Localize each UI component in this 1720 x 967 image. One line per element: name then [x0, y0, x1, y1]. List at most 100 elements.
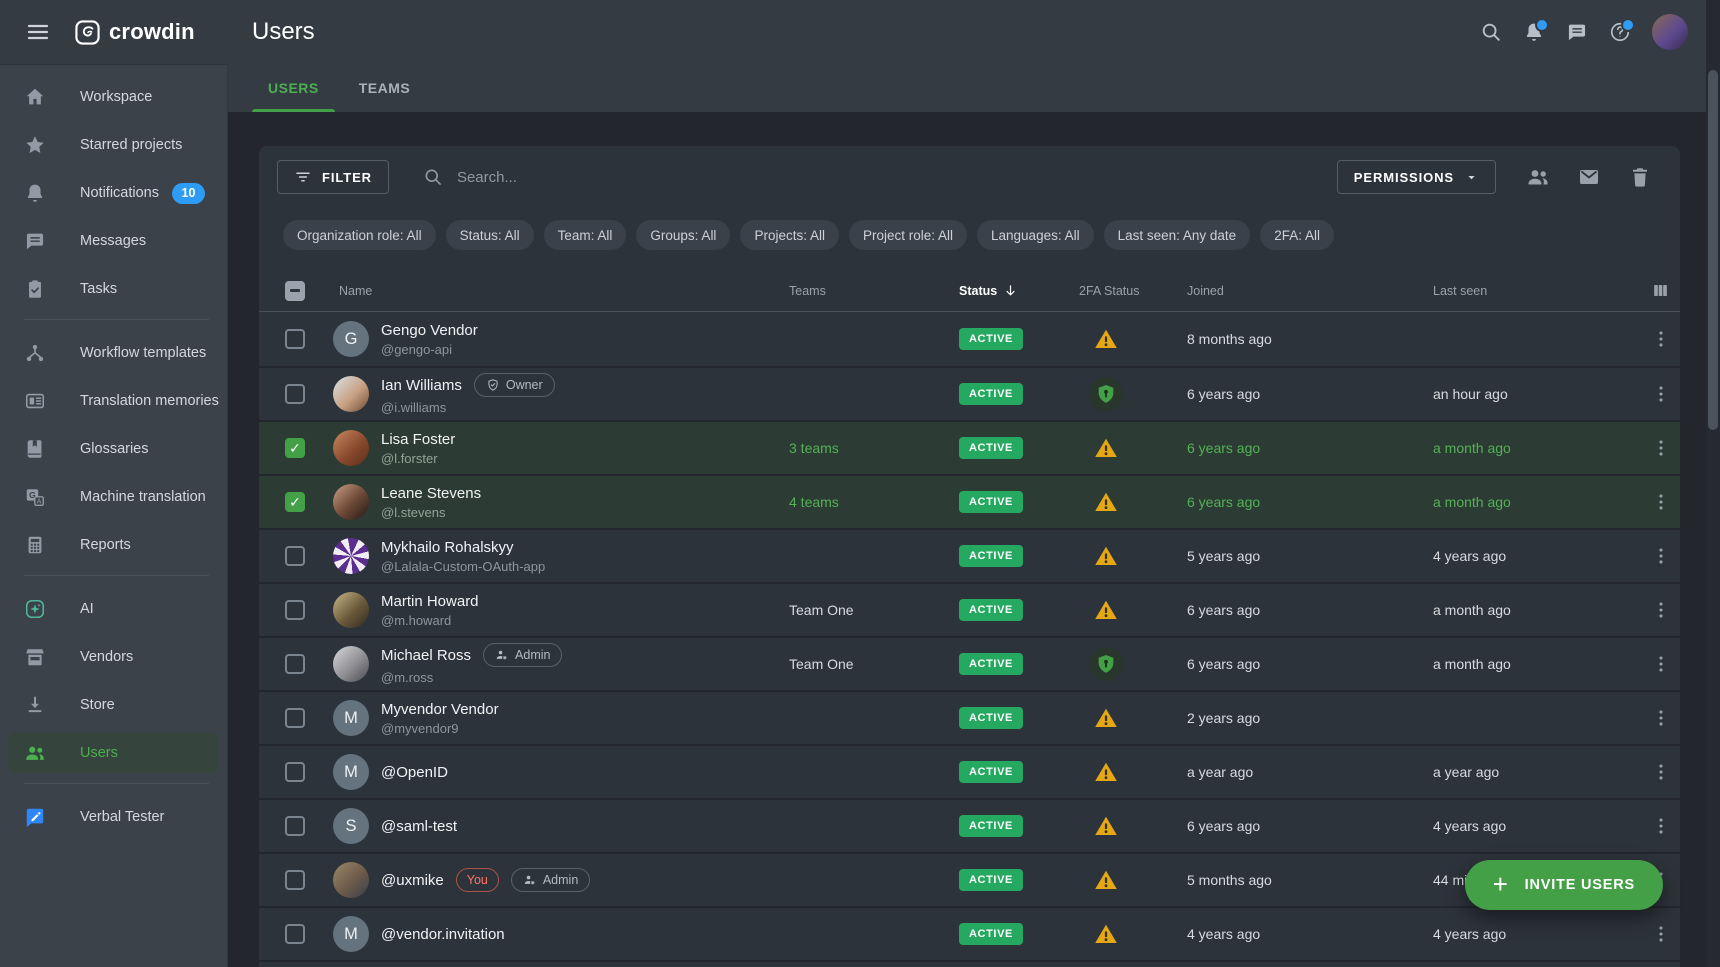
- sidebar-item-reports[interactable]: Reports: [8, 525, 219, 565]
- row-checkbox[interactable]: [285, 816, 305, 836]
- user-avatar[interactable]: [1652, 14, 1688, 50]
- row-checkbox[interactable]: [285, 762, 305, 782]
- filter-chip[interactable]: Groups: All: [636, 220, 730, 250]
- user-name[interactable]: Ian Williams: [381, 377, 462, 394]
- user-name[interactable]: @vendor.invitation: [381, 926, 505, 943]
- sidebar-item-tasks[interactable]: Tasks: [8, 269, 219, 309]
- sidebar-item-ai[interactable]: AI: [8, 589, 219, 629]
- table-row[interactable]: S@saml-testACTIVE6 years ago4 years ago: [259, 798, 1680, 852]
- sidebar-item-translation-memories[interactable]: Translation memories: [8, 381, 219, 421]
- crowdin-logo[interactable]: crowdin: [75, 19, 195, 45]
- filter-chip[interactable]: Project role: All: [849, 220, 967, 250]
- scrollbar-thumb[interactable]: [1708, 70, 1718, 430]
- sidebar-item-glossaries[interactable]: Glossaries: [8, 429, 219, 469]
- user-name[interactable]: Michael Ross: [381, 647, 471, 664]
- invite-users-button[interactable]: + INVITE USERS: [1465, 860, 1663, 910]
- column-header-teams[interactable]: Teams: [781, 284, 951, 298]
- row-menu-button[interactable]: [1650, 761, 1672, 783]
- filter-button[interactable]: FILTER: [277, 160, 389, 194]
- email-button[interactable]: [1577, 165, 1601, 189]
- sidebar-item-workflow-templates[interactable]: Workflow templates: [8, 333, 219, 373]
- sidebar-item-starred-projects[interactable]: Starred projects: [8, 125, 219, 165]
- hamburger-menu-icon[interactable]: [26, 20, 50, 44]
- row-checkbox[interactable]: [285, 546, 305, 566]
- sidebar-item-messages[interactable]: Messages: [8, 221, 219, 261]
- sidebar-item-store[interactable]: Store: [8, 685, 219, 725]
- user-teams[interactable]: Team One: [781, 656, 951, 672]
- row-menu-button[interactable]: [1650, 328, 1672, 350]
- column-header-joined[interactable]: Joined: [1171, 284, 1421, 298]
- tab-users[interactable]: USERS: [252, 64, 335, 112]
- user-name[interactable]: Martin Howard: [381, 593, 479, 610]
- row-menu-button[interactable]: [1650, 545, 1672, 567]
- row-checkbox[interactable]: [285, 329, 305, 349]
- filter-chip[interactable]: Last seen: Any date: [1104, 220, 1251, 250]
- user-name[interactable]: @OpenID: [381, 764, 448, 781]
- table-row[interactable]: Mykhailo Rohalskyy@Lalala-Custom-OAuth-a…: [259, 528, 1680, 582]
- user-teams[interactable]: Team One: [781, 602, 951, 618]
- column-header-name[interactable]: Name: [333, 284, 781, 298]
- help-icon[interactable]: [1609, 21, 1631, 43]
- sidebar-item-machine-translation[interactable]: GAMachine translation: [8, 477, 219, 517]
- search-icon[interactable]: [1480, 21, 1502, 43]
- table-row[interactable]: ✓Lisa Foster@l.forster3 teamsACTIVE6 yea…: [259, 420, 1680, 474]
- table-row[interactable]: Ian WilliamsOwner@i.williamsACTIVE6 year…: [259, 366, 1680, 420]
- sidebar-item-vendors[interactable]: Vendors: [8, 637, 219, 677]
- filter-chip[interactable]: Organization role: All: [283, 220, 436, 250]
- row-checkbox[interactable]: [285, 654, 305, 674]
- column-header-last-seen[interactable]: Last seen: [1421, 284, 1641, 298]
- filter-chip[interactable]: Team: All: [544, 220, 627, 250]
- select-all-checkbox[interactable]: [285, 281, 305, 301]
- permissions-dropdown-button[interactable]: PERMISSIONS: [1337, 160, 1496, 194]
- column-header-2fa[interactable]: 2FA Status: [1071, 284, 1171, 298]
- row-menu-button[interactable]: [1650, 383, 1672, 405]
- filter-chip[interactable]: Languages: All: [977, 220, 1094, 250]
- add-to-team-button[interactable]: [1526, 165, 1550, 189]
- user-teams[interactable]: 3 teams: [781, 440, 951, 456]
- row-checkbox[interactable]: [285, 870, 305, 890]
- user-name[interactable]: Myvendor Vendor: [381, 701, 499, 718]
- row-menu-button[interactable]: [1650, 815, 1672, 837]
- user-name[interactable]: Lisa Foster: [381, 431, 455, 448]
- messages-icon[interactable]: [1566, 21, 1588, 43]
- columns-settings-icon[interactable]: [1651, 281, 1670, 300]
- table-row[interactable]: GGengo Vendor@gengo-apiACTIVE8 months ag…: [259, 312, 1680, 366]
- search-input[interactable]: [455, 168, 795, 187]
- user-name[interactable]: @uxmike: [381, 872, 444, 889]
- row-menu-button[interactable]: [1650, 491, 1672, 513]
- row-menu-button[interactable]: [1650, 923, 1672, 945]
- table-row[interactable]: Michael RossAdmin@m.rossTeam OneACTIVE6 …: [259, 636, 1680, 690]
- row-menu-button[interactable]: [1650, 599, 1672, 621]
- row-menu-button[interactable]: [1650, 653, 1672, 675]
- filter-chip[interactable]: 2FA: All: [1260, 220, 1334, 250]
- row-checkbox[interactable]: [285, 924, 305, 944]
- row-checkbox[interactable]: [285, 600, 305, 620]
- row-menu-button[interactable]: [1650, 437, 1672, 459]
- user-name[interactable]: @saml-test: [381, 818, 457, 835]
- user-teams[interactable]: 4 teams: [781, 494, 951, 510]
- tab-teams[interactable]: TEAMS: [343, 64, 427, 112]
- notifications-bell-icon[interactable]: [1523, 21, 1545, 43]
- filter-chip[interactable]: Projects: All: [740, 220, 839, 250]
- delete-button[interactable]: [1628, 165, 1652, 189]
- sort-desc-arrow-icon[interactable]: [1003, 283, 1018, 298]
- row-checkbox[interactable]: [285, 708, 305, 728]
- row-checkbox[interactable]: ✓: [285, 492, 305, 512]
- table-row[interactable]: M@OpenIDACTIVEa year agoa year ago: [259, 744, 1680, 798]
- user-name[interactable]: Gengo Vendor: [381, 322, 478, 339]
- sidebar-item-users[interactable]: Users: [8, 733, 219, 773]
- table-row[interactable]: MMyvendor Vendor@myvendor9ACTIVE2 years …: [259, 690, 1680, 744]
- table-row[interactable]: M@vendor.invitationACTIVE4 years ago4 ye…: [259, 906, 1680, 960]
- sidebar-item-verbal-tester[interactable]: Verbal Tester: [8, 797, 219, 837]
- row-checkbox[interactable]: ✓: [285, 438, 305, 458]
- column-header-status[interactable]: Status: [951, 283, 1071, 298]
- sidebar-item-workspace[interactable]: Workspace: [8, 77, 219, 117]
- table-row[interactable]: ✓Leane Stevens@l.stevens4 teamsACTIVE6 y…: [259, 474, 1680, 528]
- sidebar-item-notifications[interactable]: Notifications10: [8, 173, 219, 213]
- table-row[interactable]: Martin Howard@m.howardTeam OneACTIVE6 ye…: [259, 582, 1680, 636]
- filter-chip[interactable]: Status: All: [446, 220, 534, 250]
- user-name[interactable]: Leane Stevens: [381, 485, 481, 502]
- row-checkbox[interactable]: [285, 384, 305, 404]
- row-menu-button[interactable]: [1650, 707, 1672, 729]
- user-name[interactable]: Mykhailo Rohalskyy: [381, 539, 514, 556]
